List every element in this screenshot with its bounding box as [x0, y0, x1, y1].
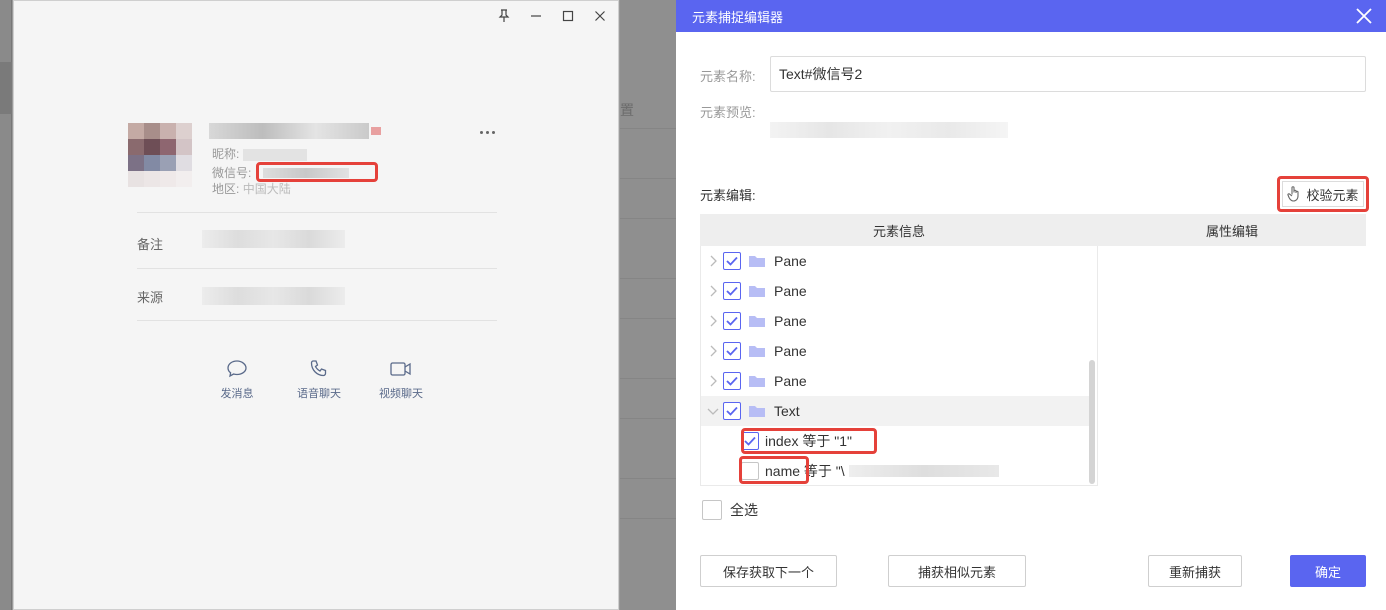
select-all-checkbox[interactable]	[702, 500, 722, 520]
tree-row-label: Pane	[774, 373, 807, 389]
tree-row[interactable]: Pane	[701, 276, 1089, 306]
contact-actions: 发消息 语音聊天 视频聊天	[214, 359, 424, 401]
remark-value-redacted[interactable]	[202, 230, 345, 248]
chevron-right-icon[interactable]	[703, 336, 723, 366]
region-label: 地区:	[212, 182, 240, 196]
tree-row-label: Pane	[774, 283, 807, 299]
region-row: 地区: 中国大陆	[212, 180, 291, 197]
phone-icon	[310, 360, 327, 377]
background-app-right-edge: 置	[620, 0, 676, 610]
element-name-label: 元素名称:	[700, 69, 756, 84]
voice-call-label: 语音聊天	[297, 388, 341, 400]
tree-row[interactable]: Pane	[701, 336, 1089, 366]
pin-icon[interactable]	[492, 5, 516, 27]
wechat-id-highlight	[256, 162, 378, 182]
wechat-id-label: 微信号:	[212, 166, 252, 180]
select-all[interactable]: 全选	[702, 500, 758, 520]
recapture-button[interactable]: 重新捕获	[1148, 555, 1242, 587]
tree-row-checkbox[interactable]	[723, 342, 741, 360]
element-preview-redacted	[770, 122, 1008, 138]
contact-card-window: 昵称: 微信号: 地区: 中国大陆 备注 来源 发消息 语音聊天 视频聊天	[13, 0, 619, 610]
more-options-icon[interactable]	[480, 125, 498, 139]
tree-row-checkbox[interactable]	[723, 402, 741, 420]
send-message-label: 发消息	[220, 388, 254, 400]
verify-element-button[interactable]: 校验元素	[1277, 176, 1369, 212]
avatar[interactable]	[128, 123, 192, 187]
chat-bubble-icon	[227, 360, 247, 378]
folder-icon	[749, 316, 765, 327]
dialog-close-icon[interactable]	[1354, 6, 1374, 26]
folder-open-icon	[749, 406, 765, 417]
source-label: 来源	[137, 290, 164, 305]
verify-element-label: 校验元素	[1306, 187, 1359, 203]
tree-row-label: Pane	[774, 313, 807, 329]
remark-label: 备注	[137, 237, 164, 252]
attribute-edit-header: 属性编辑	[1205, 223, 1258, 239]
nickname-row: 昵称:	[212, 145, 308, 162]
chevron-down-icon[interactable]	[703, 396, 723, 426]
video-call-button[interactable]: 视频聊天	[378, 359, 424, 401]
element-name-input[interactable]	[770, 56, 1366, 92]
contact-name-redacted	[209, 123, 381, 139]
tree-row-checkbox[interactable]	[723, 282, 741, 300]
dialog-title: 元素捕捉编辑器	[692, 10, 784, 25]
element-capture-editor-dialog: 元素捕捉编辑器 元素名称: 元素预览: 元素编辑: 校验元素 元素信息 属性编辑…	[676, 0, 1386, 610]
index-attribute-highlight	[741, 428, 877, 454]
tree-row-label: Text	[774, 403, 800, 419]
confirm-button[interactable]: 确定	[1290, 555, 1366, 587]
chevron-right-icon[interactable]	[703, 246, 723, 276]
element-preview-label: 元素预览:	[700, 105, 756, 120]
tree-row-checkbox[interactable]	[723, 252, 741, 270]
folder-icon	[749, 376, 765, 387]
tree-row[interactable]: Pane	[701, 366, 1089, 396]
divider	[137, 268, 497, 269]
folder-icon	[749, 256, 765, 267]
chevron-right-icon[interactable]	[703, 306, 723, 336]
dialog-header: 元素捕捉编辑器	[676, 0, 1386, 32]
element-tree[interactable]: Pane Pane Pane Pane Pane Text index 等于 "…	[700, 246, 1098, 486]
save-and-next-button[interactable]: 保存获取下一个	[700, 555, 837, 587]
wechat-id-row: 微信号:	[212, 164, 251, 181]
nickname-label: 昵称:	[212, 147, 240, 161]
background-partial-text: 置	[620, 102, 634, 118]
select-all-label: 全选	[730, 502, 758, 518]
folder-icon	[749, 346, 765, 357]
element-edit-label: 元素编辑:	[700, 188, 756, 203]
tree-row-checkbox[interactable]	[723, 312, 741, 330]
video-call-label: 视频聊天	[379, 388, 423, 400]
tree-row-checkbox[interactable]	[723, 372, 741, 390]
tree-scrollbar[interactable]	[1089, 360, 1095, 484]
video-camera-icon	[390, 362, 411, 376]
window-controls	[492, 5, 612, 27]
chevron-right-icon[interactable]	[703, 366, 723, 396]
hand-pointer-icon	[1287, 186, 1300, 202]
tree-row[interactable]: Pane	[701, 246, 1089, 276]
attribute-value-redacted	[848, 465, 999, 477]
tree-row-label: Pane	[774, 253, 807, 269]
divider	[137, 320, 497, 321]
background-sidebar	[0, 0, 12, 610]
maximize-icon[interactable]	[556, 5, 580, 27]
send-message-button[interactable]: 发消息	[214, 359, 260, 401]
divider	[137, 212, 497, 213]
tree-row-label: Pane	[774, 343, 807, 359]
region-value: 中国大陆	[242, 182, 291, 196]
source-value-redacted	[202, 287, 345, 305]
capture-similar-button[interactable]: 捕获相似元素	[888, 555, 1026, 587]
minimize-icon[interactable]	[524, 5, 548, 27]
tree-row-selected[interactable]: Text	[701, 396, 1089, 426]
tree-row[interactable]: Pane	[701, 306, 1089, 336]
element-info-header: 元素信息	[872, 223, 925, 239]
close-icon[interactable]	[588, 5, 612, 27]
folder-icon	[749, 286, 765, 297]
chevron-right-icon[interactable]	[703, 276, 723, 306]
name-attribute-highlight	[739, 456, 809, 484]
voice-call-button[interactable]: 语音聊天	[296, 359, 342, 401]
element-table-header: 元素信息 属性编辑	[700, 214, 1366, 246]
